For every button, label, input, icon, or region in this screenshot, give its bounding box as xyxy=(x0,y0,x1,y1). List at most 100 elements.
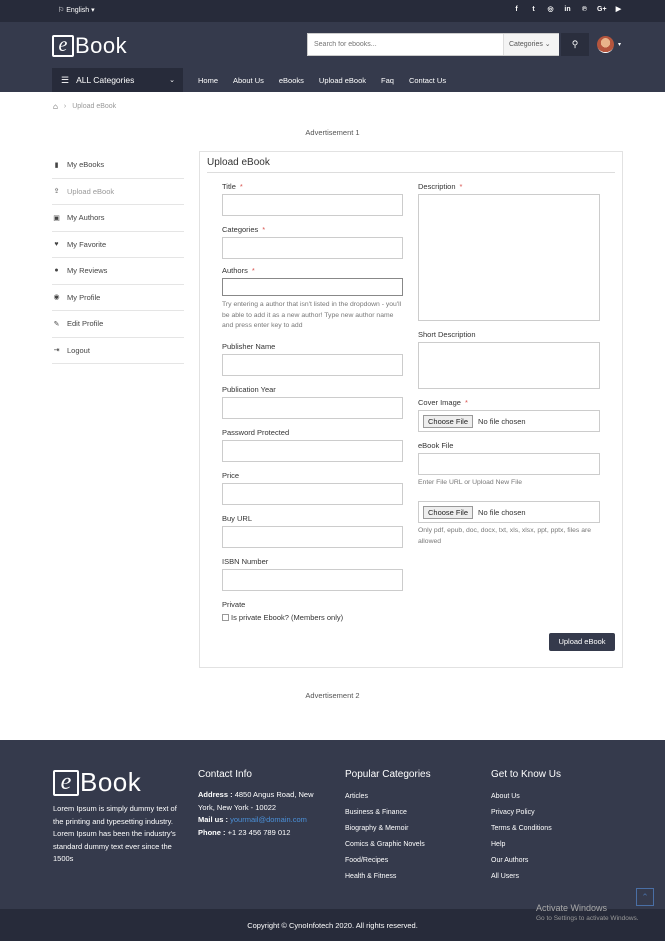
facebook-icon[interactable]: f xyxy=(512,5,521,14)
footer-link[interactable]: Biography & Memoir xyxy=(345,821,431,837)
categories-field[interactable] xyxy=(222,237,403,259)
publisher-field[interactable] xyxy=(222,354,403,376)
title-label: Title * xyxy=(222,182,243,191)
sidebar-item-my-reviews[interactable]: ● My Reviews xyxy=(52,258,184,285)
year-label: Publication Year xyxy=(222,385,276,394)
footer-link[interactable]: All Users xyxy=(491,869,561,885)
password-label: Password Protected xyxy=(222,428,290,437)
nav-ebooks[interactable]: eBooks xyxy=(279,76,304,85)
activate-windows-title: Activate Windows xyxy=(536,903,608,913)
upload-form-card: Upload eBook Title * Categories * Authors *… xyxy=(199,151,623,668)
sidebar-item-edit-profile[interactable]: ✎ Edit Profile xyxy=(52,311,184,338)
isbn-field[interactable] xyxy=(222,569,403,591)
search-button[interactable]: ⚲ xyxy=(561,33,589,56)
instagram-icon[interactable]: ◎ xyxy=(546,5,555,14)
edit-icon: ✎ xyxy=(53,320,60,328)
copyright-bar: Copyright © CynoInfotech 2020. All right… xyxy=(0,909,665,941)
nav-contact[interactable]: Contact Us xyxy=(409,76,446,85)
top-bar: ⚐ English ▾ f t ◎ in ℗ G+ ▶ xyxy=(0,0,665,22)
footer-link[interactable]: Privacy Policy xyxy=(491,805,561,821)
ebook-file-input[interactable]: Choose File No file chosen xyxy=(418,501,600,523)
footer-logo[interactable]: e Book xyxy=(53,767,141,798)
chevron-right-icon: › xyxy=(63,103,67,110)
heart-icon: ♥ xyxy=(54,240,59,248)
buy-url-field[interactable] xyxy=(222,526,403,548)
cover-image-label: Cover Image * xyxy=(418,398,468,407)
sidebar-item-my-favorite[interactable]: ♥ My Favorite xyxy=(52,232,184,258)
sidebar-item-my-ebooks[interactable]: ▮ My eBooks xyxy=(52,152,184,179)
nav-upload-ebook[interactable]: Upload eBook xyxy=(319,76,366,85)
site-footer: e Book Lorem Ipsum is simply dummy text … xyxy=(0,740,665,909)
nav-home[interactable]: Home xyxy=(198,76,218,85)
footer-link[interactable]: Health & Fitness xyxy=(345,869,431,885)
buy-url-label: Buy URL xyxy=(222,514,253,523)
short-description-textarea[interactable] xyxy=(418,342,600,389)
footer-link[interactable]: Our Authors xyxy=(491,853,561,869)
description-textarea[interactable] xyxy=(418,194,600,321)
twitter-icon[interactable]: t xyxy=(529,5,538,14)
divider xyxy=(207,172,615,173)
footer-link[interactable]: Business & Finance xyxy=(345,805,431,821)
chevron-down-icon[interactable]: ▾ xyxy=(618,41,621,48)
avatar[interactable] xyxy=(597,36,614,53)
footer-link[interactable]: About Us xyxy=(491,789,561,805)
title-field[interactable] xyxy=(222,194,403,216)
nav-about[interactable]: About Us xyxy=(233,76,264,85)
footer-link[interactable]: Help xyxy=(491,837,561,853)
sidebar-item-my-profile[interactable]: ◉ My Profile xyxy=(52,285,184,311)
home-icon[interactable]: ⌂ xyxy=(53,102,58,111)
private-checkbox[interactable] xyxy=(222,614,229,621)
sidebar-item-upload-ebook[interactable]: ⇪ Upload eBook xyxy=(52,179,184,205)
site-logo[interactable]: e Book xyxy=(52,33,127,59)
ebook-help-text: Enter File URL or Upload New File xyxy=(418,479,523,486)
user-circle-icon: ◉ xyxy=(53,294,60,302)
advertisement-bottom: Advertisement 2 xyxy=(305,691,360,700)
private-checkbox-row: Is private Ebook? (Members only) xyxy=(222,613,343,622)
search-bar: Categories ⌄ xyxy=(307,33,559,56)
password-field[interactable] xyxy=(222,440,403,462)
choose-file-button[interactable]: Choose File xyxy=(423,414,474,428)
account-sidebar: ▮ My eBooks ⇪ Upload eBook ▣ My Authors ♥ My… xyxy=(52,152,184,364)
authors-field[interactable] xyxy=(222,278,403,296)
sidebar-item-logout[interactable]: ⇥ Logout xyxy=(52,338,184,364)
nav-faq[interactable]: Faq xyxy=(381,76,394,85)
file-types-help: Only pdf, epub, doc, docx, txt, xls, xls… xyxy=(418,527,592,545)
scroll-to-top-button[interactable]: ⌃ xyxy=(636,888,654,906)
choose-file-button[interactable]: Choose File xyxy=(423,505,474,519)
activate-windows-subtitle: Go to Settings to activate Windows. xyxy=(536,915,639,922)
google-plus-icon[interactable]: G+ xyxy=(597,5,607,14)
form-heading: Upload eBook xyxy=(207,157,270,168)
comment-icon: ● xyxy=(54,267,59,275)
year-field[interactable] xyxy=(222,397,403,419)
language-selector[interactable]: ⚐ English ▾ xyxy=(58,6,95,14)
upload-ebook-button[interactable]: Upload eBook xyxy=(549,633,615,651)
footer-link[interactable]: Articles xyxy=(345,789,431,805)
user-card-icon: ▣ xyxy=(53,214,60,222)
price-field[interactable] xyxy=(222,483,403,505)
footer-about-text: Lorem Ipsum is simply dummy text of the … xyxy=(53,804,177,863)
main-nav: ☰ ALL Categories ⌄ Home About Us eBooks … xyxy=(52,68,461,92)
isbn-label: ISBN Number xyxy=(222,557,269,566)
ebook-url-field[interactable] xyxy=(418,453,600,475)
social-links: f t ◎ in ℗ G+ ▶ xyxy=(512,5,623,14)
description-label: Description * xyxy=(418,182,463,191)
footer-link[interactable]: Terms & Conditions xyxy=(491,821,561,837)
pinterest-icon[interactable]: ℗ xyxy=(580,5,589,14)
linkedin-icon[interactable]: in xyxy=(563,5,572,14)
footer-contact: Contact Info Address : 4850 Angus Road, … xyxy=(198,769,314,837)
chevron-down-icon: ⌄ xyxy=(169,77,175,84)
footer-link[interactable]: Comics & Graphic Novels xyxy=(345,837,431,853)
breadcrumb: ⌂ › Upload eBook xyxy=(53,102,117,111)
search-input[interactable] xyxy=(308,34,503,55)
footer-link[interactable]: Food/Recipes xyxy=(345,853,431,869)
sidebar-item-my-authors[interactable]: ▣ My Authors xyxy=(52,205,184,232)
categories-label: Categories * xyxy=(222,225,266,234)
search-category-select[interactable]: Categories ⌄ xyxy=(503,34,559,55)
price-label: Price xyxy=(222,471,240,480)
publisher-label: Publisher Name xyxy=(222,342,276,351)
email-link[interactable]: yourmail@domain.com xyxy=(230,815,307,824)
cover-image-input[interactable]: Choose File No file chosen xyxy=(418,410,600,432)
all-categories-button[interactable]: ☰ ALL Categories ⌄ xyxy=(52,68,183,92)
youtube-icon[interactable]: ▶ xyxy=(614,5,623,14)
logout-icon: ⇥ xyxy=(53,347,60,355)
